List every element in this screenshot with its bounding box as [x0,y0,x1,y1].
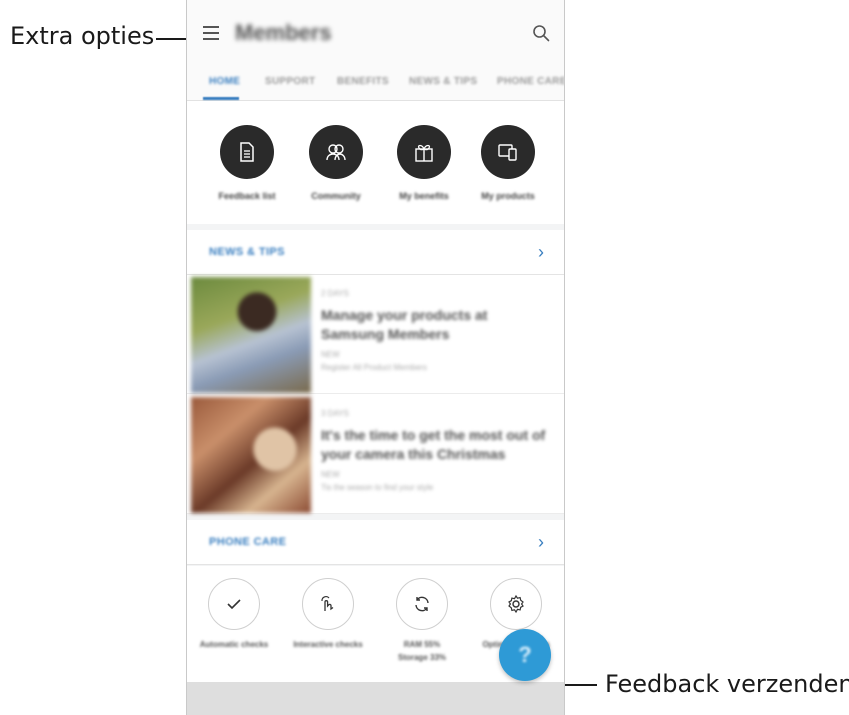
shortcut-row: Feedback list Community My benefits My p… [187,101,564,224]
news-headline: Manage your products at Samsung Members [321,307,488,342]
tab-support[interactable]: SUPPORT [265,76,315,87]
tab-news-tips[interactable]: NEWS & TIPS [409,76,477,87]
refresh-icon [396,578,448,630]
care-label: Interactive checks [293,640,363,649]
help-icon: ? [518,642,532,667]
callout-extra-options: Extra opties [10,22,155,50]
bottom-band [187,682,564,715]
phone-care-header[interactable]: PHONE CARE › [187,520,564,565]
news-item[interactable]: 3 DAYS It's the time to get the most out… [187,395,564,514]
hamburger-icon[interactable] [203,26,219,40]
news-thumbnail [191,277,311,393]
shortcut-community[interactable]: Community [291,125,381,201]
news-headline: It's the time to get the most out of you… [321,427,546,462]
phone-screen: Members HOME SUPPORT BENEFITS NEWS & TIP… [186,0,565,715]
feedback-fab-button[interactable]: ? [499,629,551,681]
news-list: 2 DAYS Manage your products at Samsung M… [187,275,564,514]
checkmark-icon [208,578,260,630]
section-title: NEWS & TIPS [209,246,285,258]
callout-send-feedback: Feedback verzenden. [605,670,849,698]
news-tips-header[interactable]: NEWS & TIPS › [187,230,564,275]
tab-phone-care[interactable]: PHONE CARE [497,76,564,87]
news-meta: 2 DAYS [321,289,349,298]
shortcut-label: Community [311,191,361,201]
care-ram-storage[interactable]: RAM 55% Storage 33% [375,578,469,664]
app-title: Members [235,20,332,45]
care-interactive-checks[interactable]: Interactive checks [281,578,375,651]
news-item[interactable]: 2 DAYS Manage your products at Samsung M… [187,275,564,394]
shortcut-label: My products [481,191,535,201]
shortcut-label: Feedback list [218,191,276,201]
shortcut-my-products[interactable]: My products [463,125,553,201]
shortcut-feedback-list[interactable]: Feedback list [202,125,292,201]
news-sub: NEW [321,350,340,359]
search-icon[interactable] [532,24,550,42]
people-icon [309,125,363,179]
tab-bar: HOME SUPPORT BENEFITS NEWS & TIPS PHONE … [187,70,564,101]
gift-icon [397,125,451,179]
news-source: Register All Product Members [321,363,427,372]
care-label-ram: RAM 55% [403,640,441,649]
active-tab-indicator [203,97,239,100]
document-icon [220,125,274,179]
tab-benefits[interactable]: BENEFITS [337,76,389,87]
devices-icon [481,125,535,179]
chevron-right-icon[interactable]: › [538,242,544,263]
shortcut-label: My benefits [399,191,449,201]
news-source: Tis the season to find your style [321,483,434,492]
touch-icon [302,578,354,630]
news-thumbnail [191,397,311,513]
chevron-right-icon[interactable]: › [538,532,544,553]
care-automatic-checks[interactable]: Automatic checks [187,578,281,651]
care-label: RAM 55% Storage 33% [375,638,469,664]
app-bar: Members [187,0,564,70]
news-meta: 3 DAYS [321,409,349,418]
news-sub: NEW [321,470,340,479]
care-label-storage: Storage 33% [397,653,447,662]
gear-icon [490,578,542,630]
tab-home[interactable]: HOME [209,76,240,87]
section-title: PHONE CARE [209,536,287,548]
care-label: Automatic checks [199,640,269,649]
shortcut-my-benefits[interactable]: My benefits [379,125,469,201]
